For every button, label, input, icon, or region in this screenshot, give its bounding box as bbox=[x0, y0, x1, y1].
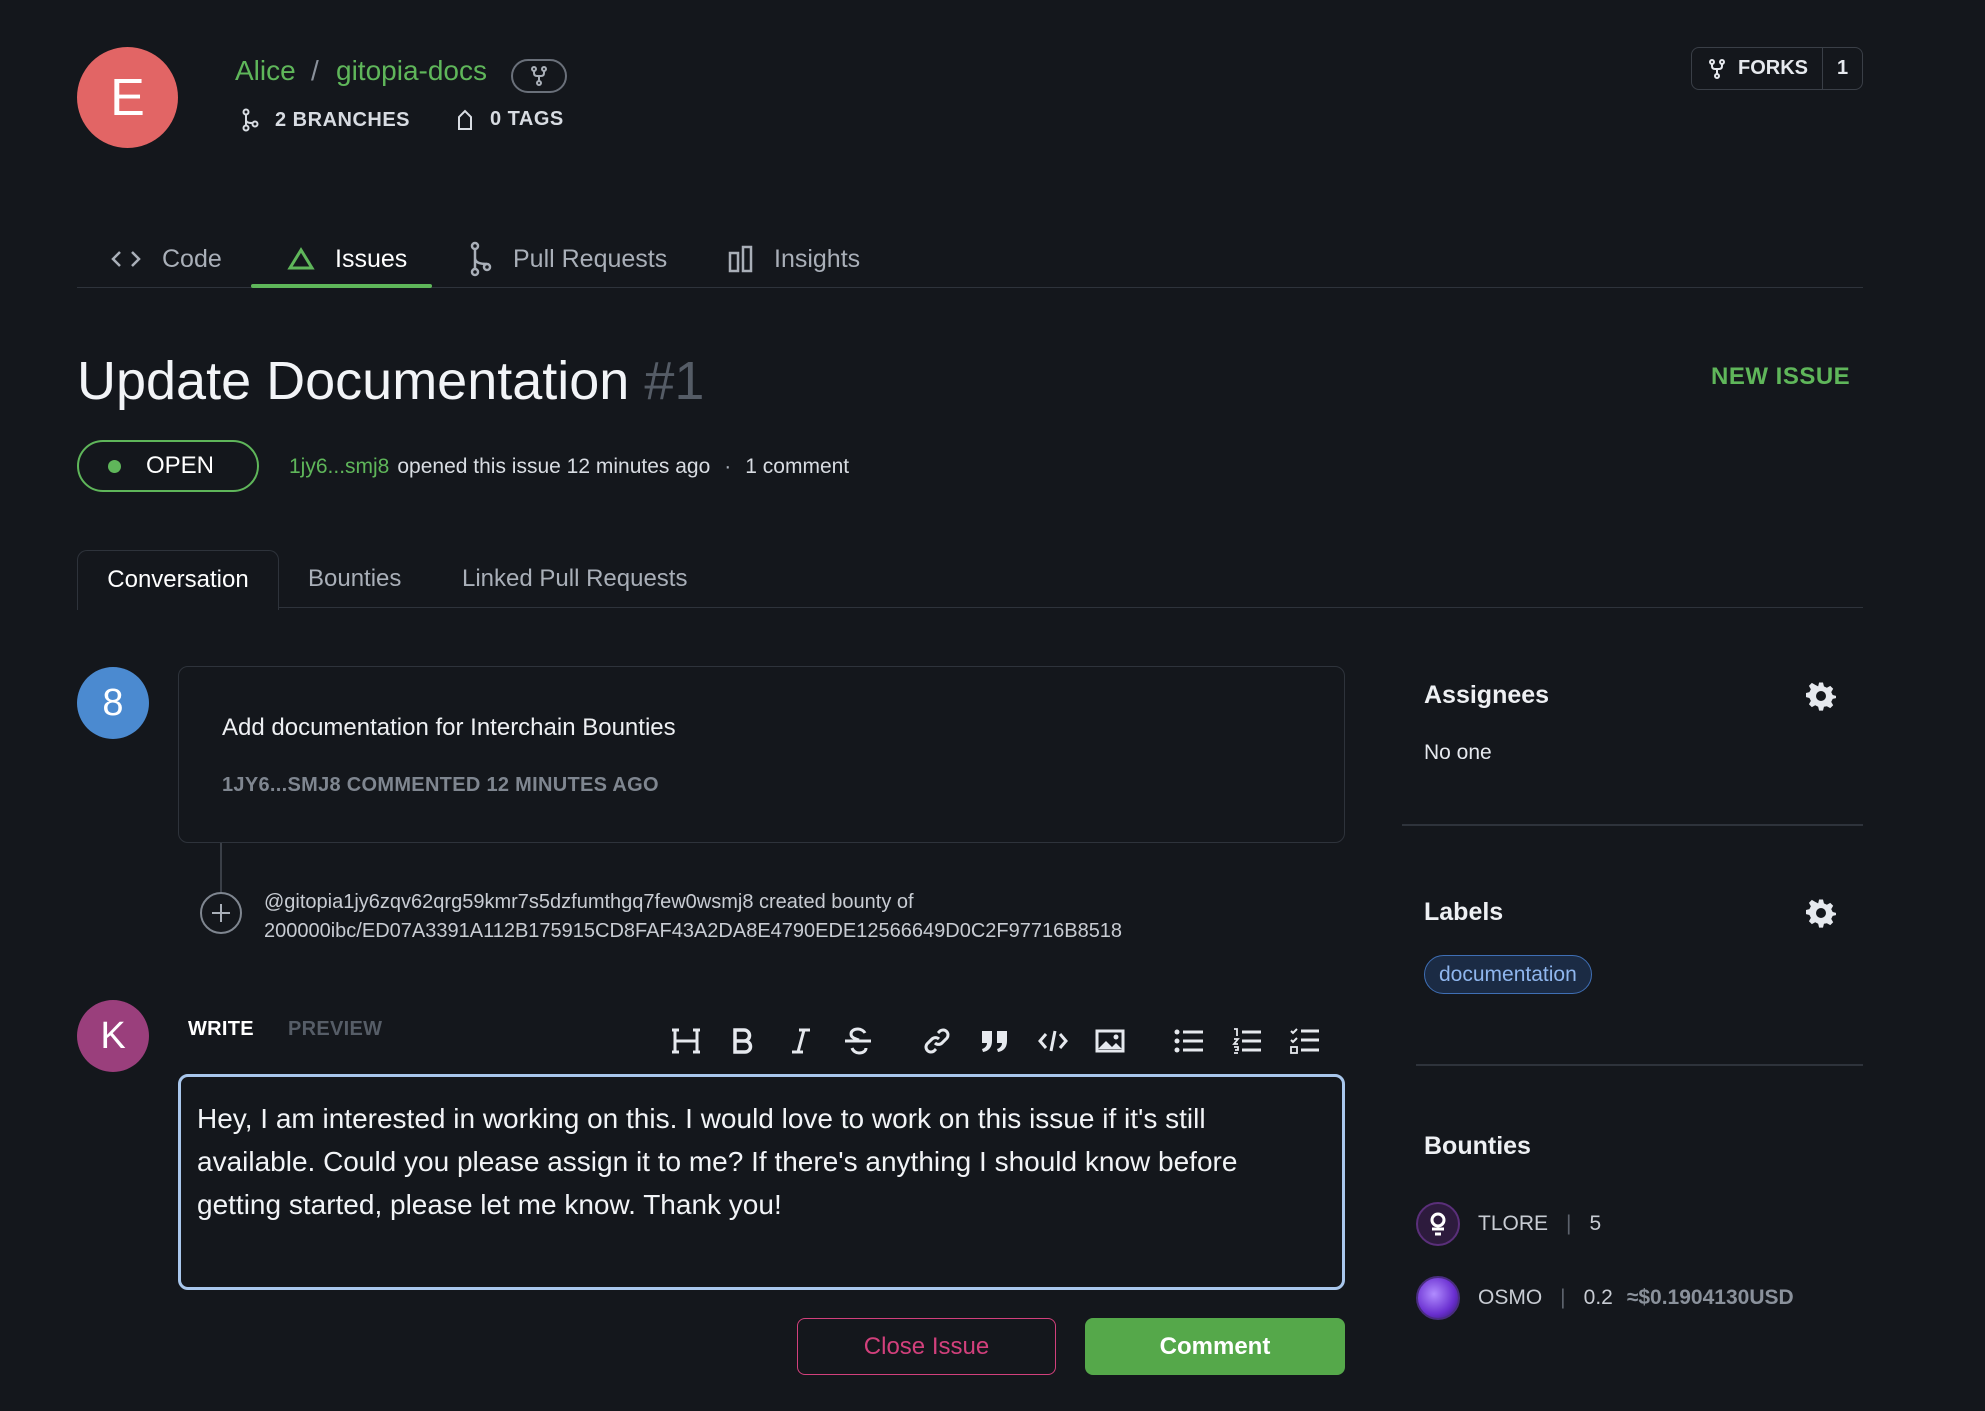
pull-request-icon bbox=[470, 241, 492, 277]
branches-count: 2 BRANCHES bbox=[275, 108, 411, 131]
bounty-row: TLORE | 5 bbox=[1416, 1202, 1601, 1246]
comment-count: 1 comment bbox=[745, 455, 850, 478]
active-tab-indicator bbox=[251, 284, 432, 288]
issue-title: Update Documentation #1 bbox=[77, 350, 704, 412]
heading-icon[interactable] bbox=[669, 1024, 703, 1058]
comment-card bbox=[178, 666, 1345, 843]
numbered-list-icon[interactable] bbox=[1230, 1024, 1264, 1058]
fork-badge bbox=[511, 59, 567, 93]
subtab-conversation[interactable]: Conversation bbox=[77, 550, 279, 610]
repo-path-separator: / bbox=[311, 55, 319, 86]
assignees-settings[interactable] bbox=[1806, 681, 1836, 711]
comment-meta: 1JY6...SMJ8 COMMENTED 12 MINUTES AGO bbox=[222, 774, 659, 796]
issue-triangle-icon bbox=[287, 247, 315, 270]
plus-icon bbox=[212, 904, 230, 922]
tab-pull-requests[interactable]: Pull Requests bbox=[469, 230, 667, 288]
labels-heading: Labels bbox=[1424, 898, 1504, 926]
bounty-amount: 5 bbox=[1589, 1212, 1602, 1235]
bullet-list-icon[interactable] bbox=[1172, 1024, 1206, 1058]
preview-tab[interactable]: PREVIEW bbox=[288, 1018, 382, 1041]
issue-title-text: Update Documentation bbox=[77, 351, 630, 411]
sidebar-divider bbox=[1416, 1064, 1863, 1066]
subtab-bounties[interactable]: Bounties bbox=[308, 550, 401, 608]
assignees-value: No one bbox=[1424, 741, 1492, 764]
issue-number: #1 bbox=[644, 351, 705, 411]
write-tab[interactable]: WRITE bbox=[188, 1018, 254, 1041]
gear-icon bbox=[1806, 899, 1836, 928]
commenter-avatar: 8 bbox=[77, 667, 149, 739]
fork-icon bbox=[1709, 58, 1725, 79]
branches-link[interactable]: 2 BRANCHES bbox=[241, 108, 410, 132]
forks-label: FORKS bbox=[1738, 57, 1808, 79]
issue-author-link[interactable]: 1jy6...smj8 bbox=[289, 455, 389, 479]
repo-name-link[interactable]: gitopia-docs bbox=[336, 55, 487, 87]
issue-opened-line: 1jy6...smj8 opened this issue 12 minutes… bbox=[289, 455, 849, 479]
meta-separator: · bbox=[724, 455, 732, 478]
tlore-token-icon bbox=[1416, 1202, 1460, 1246]
fork-icon bbox=[531, 66, 547, 86]
bounty-event-line1: @gitopia1jy6zqv62qrg59kmr7s5dzfumthgq7fe… bbox=[264, 891, 914, 913]
branch-icon bbox=[242, 108, 259, 132]
bounty-divider: | bbox=[1560, 1286, 1566, 1309]
gear-icon bbox=[1806, 682, 1836, 711]
current-user-avatar: K bbox=[77, 1000, 149, 1072]
repo-nav-tabs: Code Issues Pull Requests Insights bbox=[77, 230, 1863, 288]
label-documentation[interactable]: documentation bbox=[1424, 955, 1592, 994]
timeline-connector bbox=[220, 843, 222, 893]
bounty-event-text: @gitopia1jy6zqv62qrg59kmr7s5dzfumthgq7fe… bbox=[264, 888, 1122, 946]
status-dot-icon bbox=[108, 459, 121, 473]
bounty-denom: OSMO bbox=[1478, 1286, 1543, 1309]
repo-avatar: E bbox=[77, 47, 178, 148]
task-list-icon[interactable] bbox=[1288, 1024, 1322, 1058]
close-issue-button[interactable]: Close Issue bbox=[797, 1318, 1056, 1375]
bounty-divider: | bbox=[1566, 1212, 1572, 1235]
comment-textarea[interactable]: Hey, I am interested in working on this.… bbox=[178, 1074, 1345, 1290]
tags-link[interactable]: 0 TAGS bbox=[456, 108, 564, 131]
labels-settings[interactable] bbox=[1806, 898, 1836, 928]
tab-insights[interactable]: Insights bbox=[728, 230, 860, 288]
tags-count: 0 TAGS bbox=[490, 108, 564, 130]
tab-code[interactable]: Code bbox=[110, 230, 222, 288]
code-icon[interactable] bbox=[1036, 1024, 1070, 1058]
tab-insights-label: Insights bbox=[774, 244, 861, 273]
tab-issues-label: Issues bbox=[335, 244, 408, 273]
bounty-amount: 0.2 bbox=[1583, 1286, 1613, 1309]
tag-icon bbox=[458, 109, 472, 130]
tab-code-label: Code bbox=[162, 244, 222, 273]
insights-icon bbox=[728, 245, 753, 273]
osmo-token-icon bbox=[1416, 1276, 1460, 1320]
bounty-denom: TLORE bbox=[1478, 1212, 1549, 1235]
sidebar-divider bbox=[1402, 824, 1863, 826]
bounties-heading: Bounties bbox=[1424, 1132, 1531, 1160]
bounty-event-line2: 200000ibc/ED07A3391A112B175915CD8FAF43A2… bbox=[264, 920, 1123, 942]
bounty-event-icon bbox=[200, 892, 242, 934]
issue-subtabs: Conversation Bounties Linked Pull Reques… bbox=[77, 550, 1863, 610]
status-badge: OPEN bbox=[77, 440, 259, 492]
italic-icon[interactable] bbox=[784, 1024, 818, 1058]
bounty-row: OSMO | 0.2 ≈$0.1904130USD bbox=[1416, 1276, 1794, 1320]
assignees-heading: Assignees bbox=[1424, 681, 1550, 709]
status-label: OPEN bbox=[146, 452, 215, 479]
comment-body: Add documentation for Interchain Bountie… bbox=[222, 714, 676, 741]
tab-issues[interactable]: Issues bbox=[287, 230, 407, 288]
forks-button[interactable]: FORKS 1 bbox=[1691, 47, 1863, 90]
bounty-usd-value: ≈$0.1904130USD bbox=[1626, 1286, 1794, 1309]
forks-count: 1 bbox=[1836, 57, 1849, 79]
repo-owner-link[interactable]: Alice bbox=[235, 55, 296, 87]
strikethrough-icon[interactable] bbox=[841, 1024, 875, 1058]
quote-icon[interactable] bbox=[978, 1024, 1012, 1058]
comment-button[interactable]: Comment bbox=[1085, 1318, 1345, 1375]
subtab-linked-pull-requests[interactable]: Linked Pull Requests bbox=[462, 550, 687, 608]
bold-icon[interactable] bbox=[726, 1024, 760, 1058]
link-icon[interactable] bbox=[920, 1024, 954, 1058]
image-icon[interactable] bbox=[1093, 1024, 1127, 1058]
tab-pull-requests-label: Pull Requests bbox=[513, 244, 668, 273]
code-icon bbox=[111, 251, 141, 267]
opened-text: opened this issue 12 minutes ago bbox=[397, 455, 711, 478]
new-issue-button[interactable]: NEW ISSUE bbox=[1711, 363, 1850, 391]
